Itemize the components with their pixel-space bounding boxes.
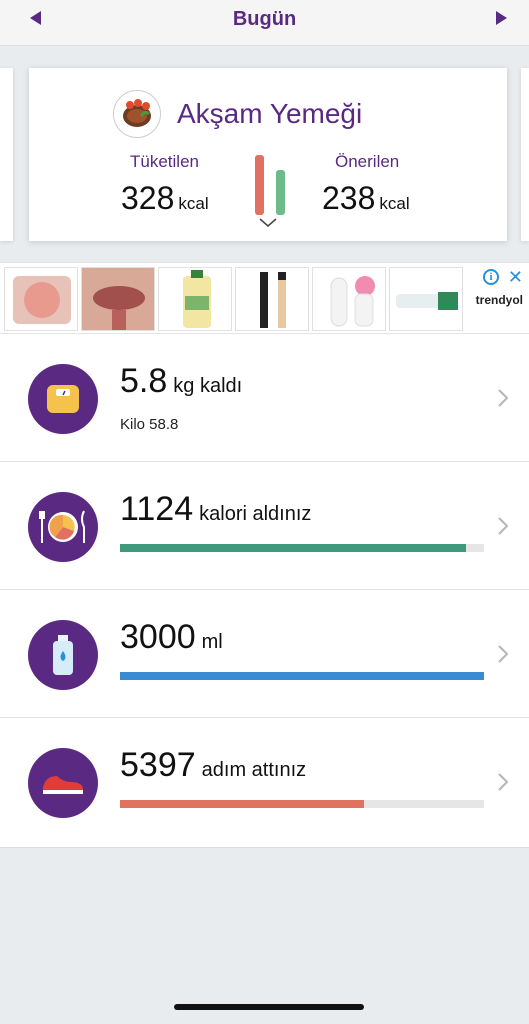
next-day-arrow-icon[interactable] <box>496 11 507 25</box>
meal-title: Akşam Yemeği <box>177 98 363 129</box>
consumed-bar <box>255 155 264 215</box>
calories-suffix: kalori aldınız <box>199 503 312 525</box>
weight-suffix: kg kaldı <box>173 375 243 397</box>
consumed-value: 328 kcal <box>121 180 209 217</box>
top-bar: Bugün <box>0 0 529 46</box>
chevron-right-icon <box>498 389 509 407</box>
steps-number: 5397 <box>120 746 196 784</box>
chevron-right-icon <box>498 517 509 535</box>
stats-list: 5.8 kg kaldı Kilo 58.8 1124 kalori aldınız <box>0 334 529 848</box>
ad-product-concealer[interactable] <box>235 267 309 331</box>
chevron-right-icon <box>498 773 509 791</box>
previous-meal-card[interactable] <box>0 68 13 241</box>
consumed-label: Tüketilen <box>130 152 199 171</box>
ad-product-blush[interactable] <box>4 267 78 331</box>
water-number: 3000 <box>120 618 196 656</box>
ad-product-oil-bottle[interactable] <box>158 267 232 331</box>
water-suffix: ml <box>201 631 223 653</box>
water-bottle-icon <box>28 620 98 690</box>
ad-product-lipstick[interactable] <box>81 267 155 331</box>
water-value: 3000 ml <box>120 618 223 657</box>
meal-card[interactable]: Akşam Yemeği Tüketilen Önerilen 328 kcal … <box>29 68 507 241</box>
ad-product-tube[interactable] <box>389 267 463 331</box>
ad-close-icon[interactable]: ✕ <box>508 267 523 288</box>
water-row[interactable]: 3000 ml <box>0 590 529 718</box>
plate-icon <box>28 492 98 562</box>
meal-carousel[interactable]: Akşam Yemeği Tüketilen Önerilen 328 kcal … <box>0 46 529 260</box>
suggested-kcal-number: 238 <box>322 180 376 216</box>
page-title: Bugün <box>232 8 297 30</box>
home-indicator[interactable] <box>174 1004 364 1010</box>
calories-number: 1124 <box>120 490 194 528</box>
next-meal-card[interactable] <box>521 68 529 241</box>
weight-value: 5.8 kg kaldı <box>120 362 242 401</box>
ad-product-face-brush[interactable] <box>312 267 386 331</box>
suggested-label: Önerilen <box>335 152 400 171</box>
steps-suffix: adım attınız <box>201 759 307 781</box>
steps-value: 5397 adım attınız <box>120 746 306 785</box>
steps-row[interactable]: 5397 adım attınız <box>0 718 529 846</box>
suggested-unit: kcal <box>379 194 410 213</box>
calories-progress <box>120 544 484 552</box>
suggested-bar <box>276 170 285 215</box>
suggested-value: 238 kcal <box>322 180 410 217</box>
consumed-unit: kcal <box>178 194 209 213</box>
ad-brand-logo[interactable]: trendyol <box>476 293 523 307</box>
weight-number: 5.8 <box>120 362 168 400</box>
consumed-kcal-number: 328 <box>121 180 175 216</box>
steps-progress-fill <box>120 800 364 808</box>
ad-banner[interactable]: i ✕ trendyol <box>0 262 529 334</box>
calories-progress-fill <box>120 544 466 552</box>
calories-row[interactable]: 1124 kalori aldınız <box>0 462 529 590</box>
ad-info-icon[interactable]: i <box>483 269 499 285</box>
steps-progress <box>120 800 484 808</box>
sneaker-icon <box>28 748 98 818</box>
scale-icon <box>28 364 98 434</box>
steak-icon <box>113 90 161 138</box>
chevron-right-icon <box>498 645 509 663</box>
water-progress-fill <box>120 672 484 680</box>
water-progress <box>120 672 484 680</box>
chevron-down-icon[interactable] <box>259 218 277 228</box>
weight-row[interactable]: 5.8 kg kaldı Kilo 58.8 <box>0 334 529 462</box>
calories-value: 1124 kalori aldınız <box>120 490 311 529</box>
weight-current: Kilo 58.8 <box>120 416 179 433</box>
